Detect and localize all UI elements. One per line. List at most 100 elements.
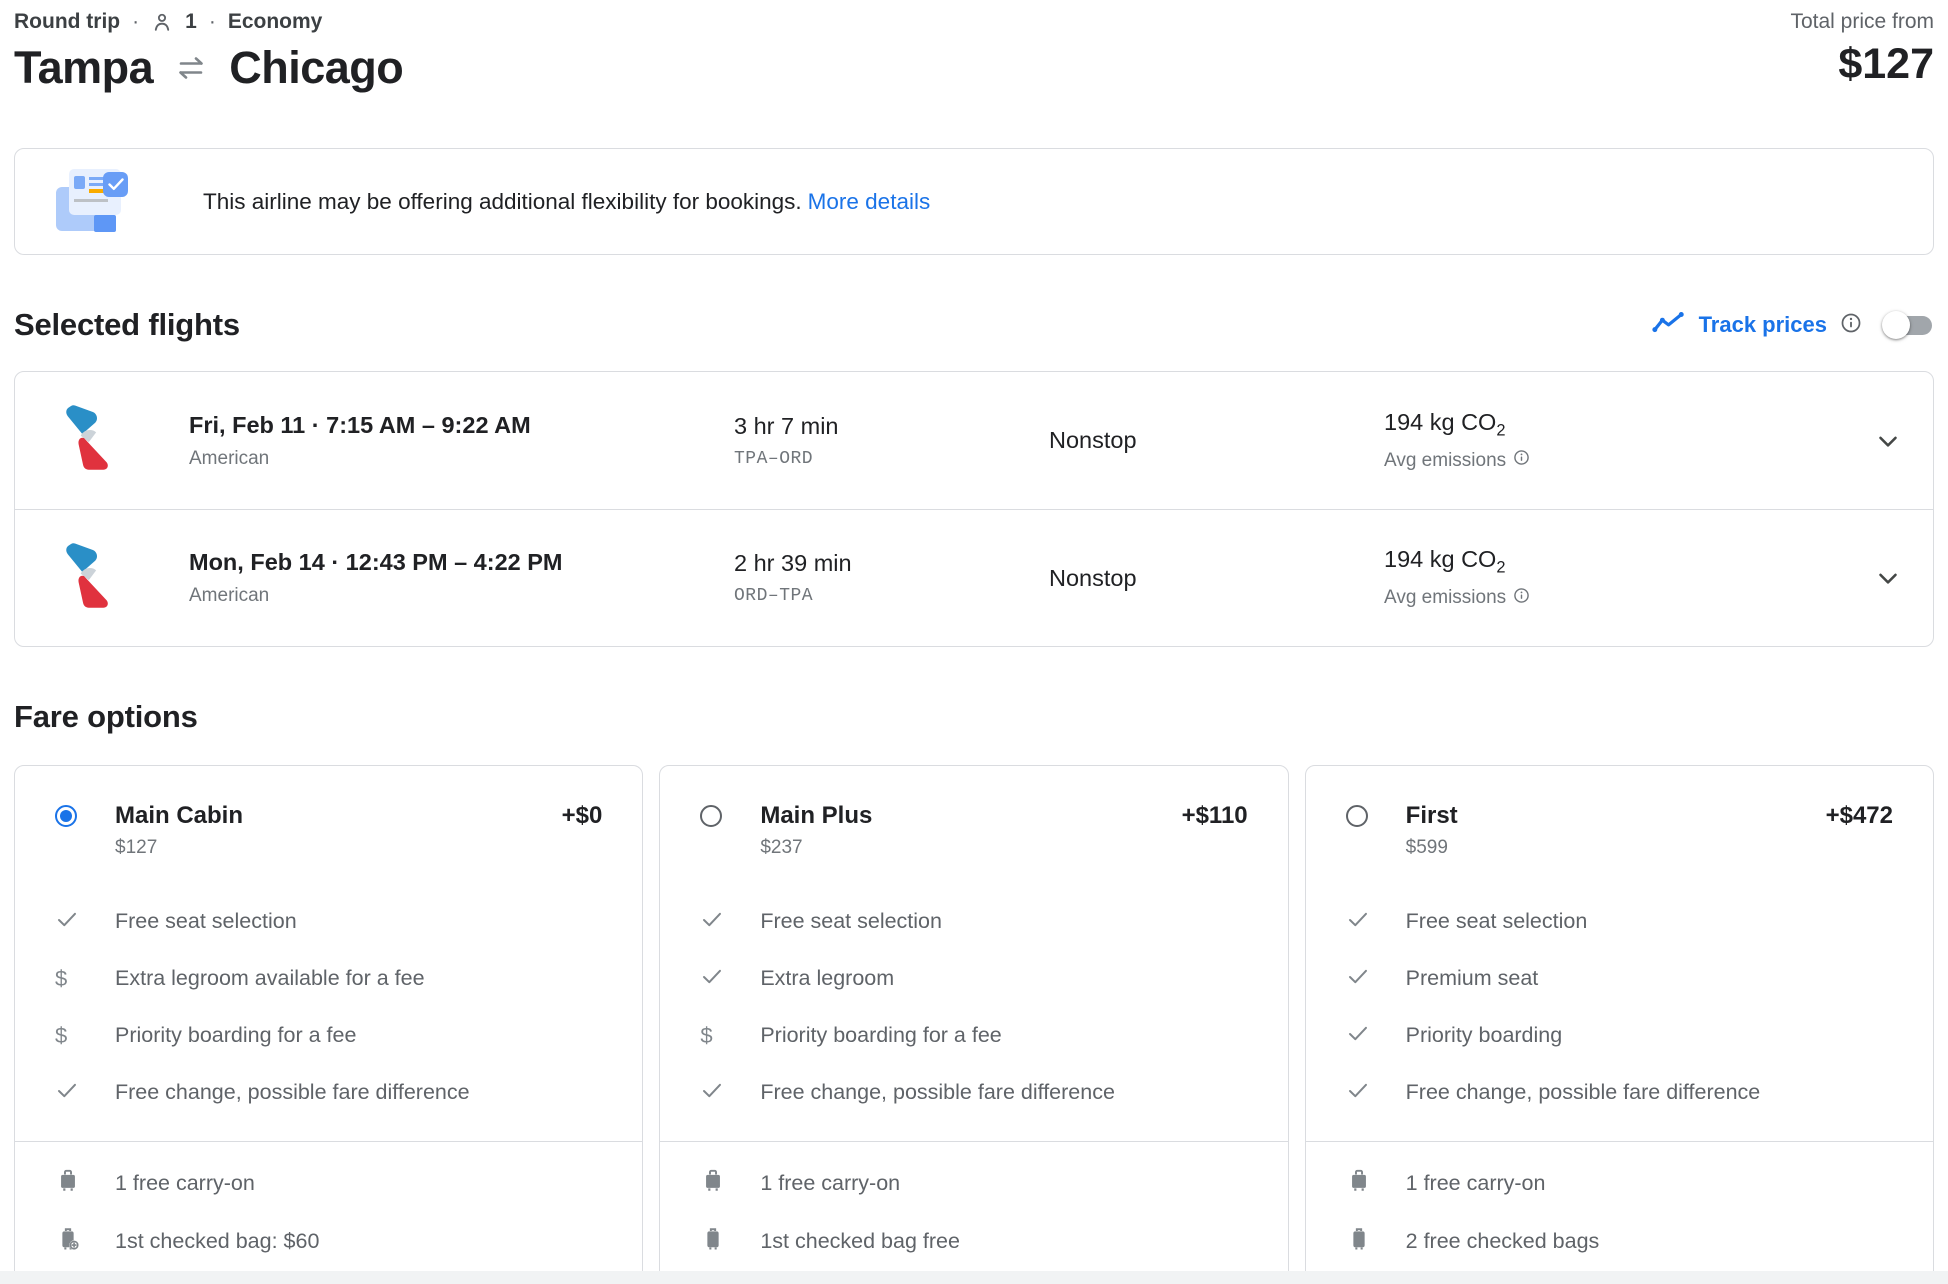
check-icon [1346,1078,1406,1107]
check-icon [55,907,115,936]
baggage-row: 1st checked bag free [700,1212,1247,1270]
checked-bag-fee-icon [55,1226,115,1257]
feature-row: Free seat selection [1346,893,1893,950]
feature-row: Free change, possible fare difference [700,1064,1247,1121]
flight-row-return[interactable]: Mon, Feb 14 · 12:43 PM – 4:22 PM America… [15,509,1933,646]
fare-feature-list: Free seat selection Premium seat Priorit… [1306,893,1933,1121]
emissions-note-text: Avg emissions [1384,587,1507,609]
total-price-value: $127 [1838,40,1934,88]
route-title: Tampa Chicago [14,42,404,94]
emissions-value: 194 kg CO2 [1384,408,1506,440]
fare-card-first[interactable]: First $599 +$472 Free seat selection Pre… [1304,765,1934,1284]
flight-emissions-cell: 194 kg CO2 Avg emissions [1384,546,1839,610]
check-icon [1346,1021,1406,1050]
baggage-row: 1 free carry-on [700,1154,1247,1212]
baggage-row: 1 free carry-on [1346,1154,1893,1212]
next-section-edge [0,1271,1948,1284]
feature-text: Priority boarding for a fee [115,1023,357,1047]
trip-type-label: Round trip [14,10,121,33]
fare-name: First [1405,802,1458,829]
feature-text: Free change, possible fare difference [115,1080,470,1104]
more-details-link[interactable]: More details [808,189,931,214]
banner-message: This airline may be offering additional … [203,189,930,215]
feature-row: Free change, possible fare difference [55,1064,602,1121]
banner-message-text: This airline may be offering additional … [203,188,802,214]
fare-base-price: $127 [115,837,158,858]
flight-date-times: Mon, Feb 14 · 12:43 PM – 4:22 PM [189,549,563,575]
fare-name-block: Main Cabin $127 [115,802,562,859]
feature-text: Extra legroom available for a fee [115,966,425,990]
fare-base-price: $237 [760,837,803,858]
emissions-value: 194 kg CO2 [1384,546,1506,577]
airline-logo-american [49,399,189,482]
track-prices-label[interactable]: Track prices [1699,312,1827,338]
airline-logo-american [49,537,189,620]
carry-on-bag-icon [700,1168,760,1199]
fare-baggage-list: 1 free carry-on 1st checked bag: $60 [15,1142,642,1284]
expand-flight-button[interactable] [1839,563,1903,593]
separator-dot: · [132,10,140,33]
flight-emissions-cell: 194 kg CO2 Avg emissions [1384,409,1839,473]
feature-text: Free change, possible fare difference [1405,1080,1761,1104]
flight-duration: 2 hr 39 min [734,550,852,576]
fare-radio-unselected[interactable] [700,805,723,827]
check-icon [55,1078,115,1107]
check-icon [700,964,760,993]
flexibility-banner: This airline may be offering additional … [14,148,1934,255]
fare-baggage-list: 1 free carry-on 1st checked bag free [660,1142,1287,1284]
emissions-note: Avg emissions [1384,587,1839,610]
baggage-row: 1st checked bag: $60 [55,1212,602,1270]
info-icon[interactable] [1513,587,1530,610]
fare-radio-unselected[interactable] [1345,805,1368,827]
trend-line-icon [1651,310,1686,341]
flight-route: ORD–TPA [734,586,814,606]
feature-text: Priority boarding for a fee [760,1023,1002,1047]
emissions-note-text: Avg emissions [1384,449,1507,471]
fare-card-header: First $599 +$472 [1306,802,1933,859]
selected-flights-card: Fri, Feb 11 · 7:15 AM – 9:22 AM American… [14,371,1934,647]
check-icon [700,1078,760,1107]
track-prices-toggle[interactable] [1882,310,1932,339]
baggage-text: 1 free carry-on [1405,1170,1546,1195]
baggage-row: 2 free checked bags [1346,1212,1893,1270]
fare-name-block: First $599 [1406,802,1826,859]
baggage-text: 2 free checked bags [1405,1228,1600,1253]
swap-arrows-icon [173,55,209,81]
destination-city: Chicago [229,42,404,93]
baggage-text: 1 free carry-on [760,1170,901,1195]
fare-price-delta: +$0 [561,802,603,829]
baggage-row: 1 free carry-on [55,1154,602,1212]
check-icon [1346,964,1406,993]
fare-card-main-cabin[interactable]: Main Cabin $127 +$0 Free seat selection … [14,765,644,1284]
feature-text: Free seat selection [760,909,942,933]
dollar-icon: $ [700,1022,713,1048]
expand-flight-button[interactable] [1839,426,1903,456]
flight-stops: Nonstop [1049,427,1137,453]
fare-options-header: Fare options [14,699,1934,735]
fare-card-header: Main Cabin $127 +$0 [15,802,642,859]
selected-flights-title: Selected flights [14,307,240,342]
dollar-icon: $ [55,1022,68,1048]
feature-text: Extra legroom [760,966,895,990]
fare-radio-selected[interactable] [55,805,77,827]
dollar-icon: $ [55,965,68,991]
booking-flexibility-icon [56,168,132,235]
flight-row-outbound[interactable]: Fri, Feb 11 · 7:15 AM – 9:22 AM American… [15,372,1933,509]
fare-cards-row: Main Cabin $127 +$0 Free seat selection … [14,765,1934,1284]
feature-row: $ Priority boarding for a fee [700,1007,1247,1064]
airline-name: American [189,447,270,469]
toggle-knob[interactable] [1882,310,1910,339]
flight-route: TPA–ORD [734,448,814,469]
feature-text: Priority boarding [1405,1023,1563,1047]
info-icon[interactable] [1840,312,1862,339]
flight-stops: Nonstop [1049,564,1137,591]
fare-name: Main Plus [760,802,873,829]
flight-times-cell: Mon, Feb 14 · 12:43 PM – 4:22 PM America… [189,549,734,607]
fare-card-main-plus[interactable]: Main Plus $237 +$110 Free seat selection… [659,765,1289,1284]
chevron-down-icon [1879,573,1897,584]
flight-duration: 3 hr 7 min [734,412,839,439]
flight-duration-cell: 2 hr 39 min ORD–TPA [734,550,1049,606]
flight-times-cell: Fri, Feb 11 · 7:15 AM – 9:22 AM American [189,412,734,470]
info-icon[interactable] [1513,449,1530,472]
fare-feature-list: Free seat selection Extra legroom $ Prio… [660,893,1287,1121]
